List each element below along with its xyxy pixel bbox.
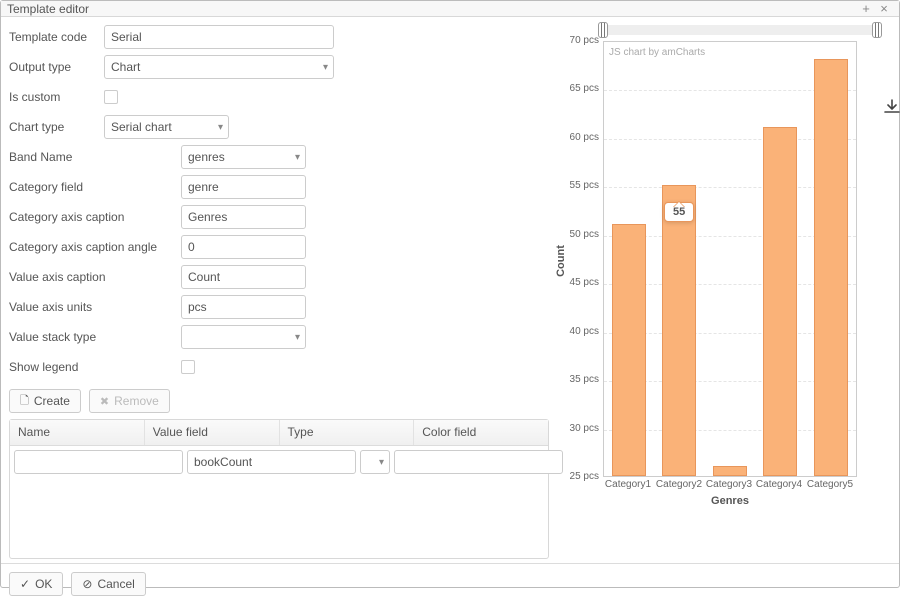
table-row: ▾ (14, 450, 544, 474)
chart-scrollbar[interactable] (603, 25, 877, 35)
output-type-select[interactable] (104, 55, 334, 79)
value-axis-units-label: Value axis units (9, 300, 181, 314)
template-editor-window: Template editor + × Template code Output… (0, 0, 900, 588)
bar-category4[interactable] (763, 127, 797, 476)
titlebar: Template editor + × (1, 1, 899, 17)
ytick: 65 pcs (561, 83, 599, 94)
ytick: 35 pcs (561, 374, 599, 385)
ytick: 50 pcs (561, 229, 599, 240)
category-field-label: Category field (9, 180, 181, 194)
chart-tooltip: 55 (664, 202, 694, 222)
scrollbar-grip-left-icon[interactable] (598, 22, 608, 38)
value-axis-caption-label: Value axis caption (9, 270, 181, 284)
template-code-input[interactable] (104, 25, 334, 49)
bar-category5[interactable] (814, 59, 848, 476)
value-stack-type-select[interactable] (181, 325, 306, 349)
col-value-field: Value field (145, 420, 280, 445)
cancel-icon: ⊘ (82, 577, 92, 591)
row-type-select[interactable] (360, 450, 390, 474)
col-name: Name (10, 420, 145, 445)
xtick: Category1 (603, 479, 653, 490)
row-name-input[interactable] (14, 450, 183, 474)
ytick: 45 pcs (561, 277, 599, 288)
chart-plot: 55 (603, 41, 857, 477)
ok-button-label: OK (35, 577, 52, 591)
xtick: Category3 (704, 479, 754, 490)
ytick: 55 pcs (561, 180, 599, 191)
output-type-label: Output type (9, 60, 104, 74)
ytick: 60 pcs (561, 132, 599, 143)
chart-y-axis-label: Count (555, 245, 567, 277)
ytick: 25 pcs (561, 471, 599, 482)
category-axis-angle-input[interactable] (181, 235, 306, 259)
value-stack-type-label: Value stack type (9, 330, 181, 344)
row-value-field-input[interactable] (187, 450, 356, 474)
template-code-label: Template code (9, 30, 104, 44)
footer: ✓ OK ⊘ Cancel (1, 563, 899, 604)
category-axis-caption-label: Category axis caption (9, 210, 181, 224)
chart-panel: JS chart by amCharts 70 pcs 65 pcs 60 pc… (561, 25, 891, 559)
series-grid-header: Name Value field Type Color field (10, 420, 548, 446)
xtick: Category2 (654, 479, 704, 490)
bar-category3[interactable] (713, 466, 747, 476)
remove-icon: ✖ (100, 395, 109, 408)
close-icon[interactable]: × (875, 1, 893, 16)
category-field-input[interactable] (181, 175, 306, 199)
value-axis-caption-input[interactable] (181, 265, 306, 289)
download-icon[interactable] (883, 99, 900, 115)
create-button-label: Create (34, 394, 70, 408)
category-axis-caption-input[interactable] (181, 205, 306, 229)
content: Template code Output type ▾ Is custom Ch… (1, 17, 899, 563)
col-color-field: Color field (414, 420, 548, 445)
chart-tooltip-value: 55 (673, 206, 685, 218)
value-axis-units-input[interactable] (181, 295, 306, 319)
bar-category1[interactable] (612, 224, 646, 476)
is-custom-label: Is custom (9, 90, 104, 104)
chart-type-label: Chart type (9, 120, 104, 134)
remove-button[interactable]: ✖ Remove (89, 389, 170, 413)
scrollbar-grip-right-icon[interactable] (872, 22, 882, 38)
window-title: Template editor (7, 2, 857, 16)
xtick: Category4 (754, 479, 804, 490)
category-axis-angle-label: Category axis caption angle (9, 240, 181, 254)
bar-category2[interactable] (662, 185, 696, 476)
cancel-button[interactable]: ⊘ Cancel (71, 572, 145, 596)
ytick: 40 pcs (561, 326, 599, 337)
chart-type-select[interactable] (104, 115, 229, 139)
is-custom-checkbox[interactable] (104, 90, 118, 104)
show-legend-label: Show legend (9, 360, 181, 374)
show-legend-checkbox[interactable] (181, 360, 195, 374)
chart-area: JS chart by amCharts 70 pcs 65 pcs 60 pc… (561, 25, 881, 545)
band-name-select[interactable] (181, 145, 306, 169)
document-icon: 🗋 (20, 392, 29, 411)
form-panel: Template code Output type ▾ Is custom Ch… (9, 25, 549, 559)
ytick: 30 pcs (561, 423, 599, 434)
add-icon[interactable]: + (857, 1, 875, 16)
row-color-field-input[interactable] (394, 450, 563, 474)
create-button[interactable]: 🗋 Create (9, 389, 81, 413)
check-icon: ✓ (20, 577, 30, 591)
ok-button[interactable]: ✓ OK (9, 572, 63, 596)
band-name-label: Band Name (9, 150, 181, 164)
col-type: Type (280, 420, 415, 445)
remove-button-label: Remove (114, 394, 159, 408)
ytick: 70 pcs (561, 35, 599, 46)
series-grid: Name Value field Type Color field ▾ (9, 419, 549, 559)
series-grid-body: ▾ (10, 446, 548, 558)
xtick: Category5 (805, 479, 855, 490)
cancel-button-label: Cancel (97, 577, 134, 591)
chart-x-axis-label: Genres (603, 495, 857, 507)
